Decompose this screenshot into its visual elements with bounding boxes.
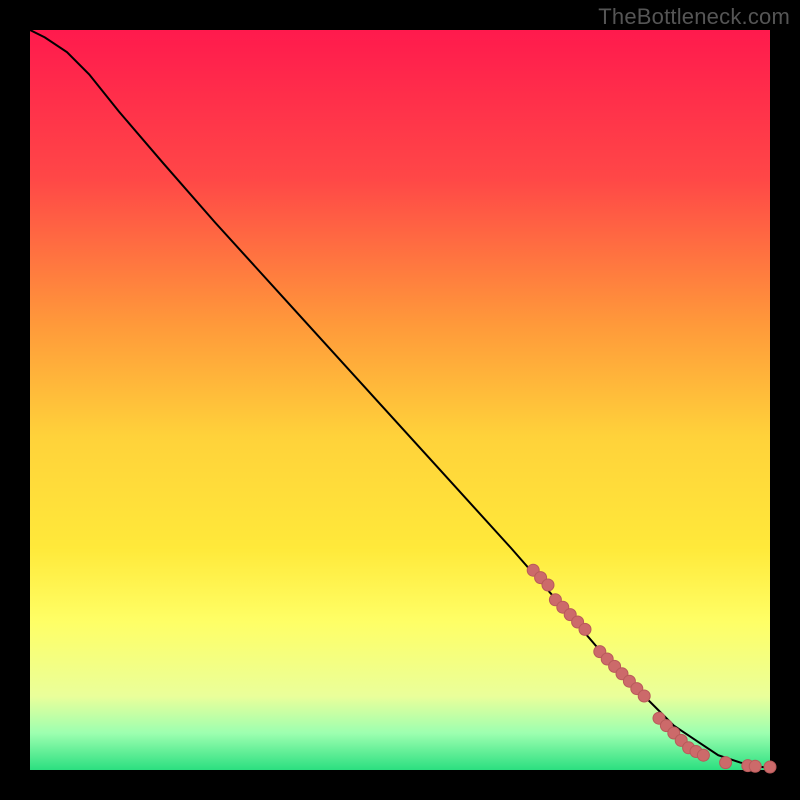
data-point	[638, 690, 650, 702]
data-point	[697, 749, 709, 761]
data-point	[542, 579, 554, 591]
data-point	[579, 623, 591, 635]
data-point	[720, 757, 732, 769]
data-point	[764, 761, 776, 773]
curve-line	[30, 30, 770, 768]
data-point	[749, 760, 761, 772]
chart-frame: TheBottleneck.com	[0, 0, 800, 800]
chart-svg	[0, 0, 800, 800]
